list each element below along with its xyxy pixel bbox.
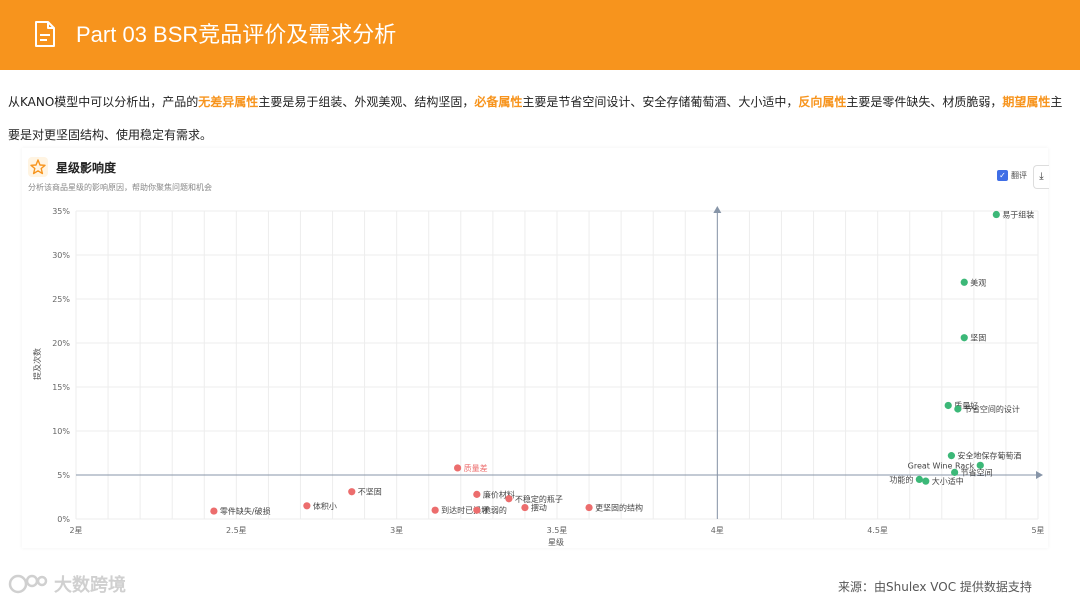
x-tick-label: 3星 [390, 526, 403, 535]
x-axis-label: 星级 [548, 537, 564, 547]
y-tick-label: 5% [57, 471, 70, 480]
x-tick-label: 5星 [1031, 526, 1044, 535]
x-tick-label: 4星 [711, 526, 724, 535]
chart-axes [76, 206, 1043, 519]
data-point [992, 210, 1000, 219]
watermark-logo: 大数跨境 [8, 571, 126, 597]
data-point [954, 405, 962, 413]
y-tick-label: 15% [52, 383, 70, 392]
data-point-label: 美观 [970, 277, 986, 287]
chart-points: 易于组装美观坚固质量好节省空间的设计安全地保存葡萄酒Great Wine Rac… [210, 210, 1034, 516]
x-tick-label: 3.5星 [547, 526, 568, 535]
data-point [453, 464, 462, 472]
data-point [922, 477, 930, 485]
data-point-label: 摆动 [531, 503, 547, 513]
y-tick-label: 30% [52, 251, 70, 260]
data-point [505, 495, 513, 503]
watermark-text: 大数跨境 [54, 575, 126, 596]
data-point-label: 零件缺失/破损 [220, 506, 271, 516]
data-point [348, 488, 356, 496]
chart-grid [75, 210, 1039, 520]
data-point [960, 278, 968, 286]
data-point-label: 不稳定的瓶子 [515, 494, 563, 504]
data-point [303, 502, 311, 510]
data-point-label: 质量差 [464, 463, 488, 473]
x-tick-label: 2.5星 [226, 526, 247, 535]
y-tick-label: 0% [57, 515, 70, 524]
data-point [473, 506, 481, 514]
quadrant-arrow-up [713, 206, 722, 213]
data-point-label: 大小适中 [932, 476, 964, 486]
data-point [521, 503, 529, 512]
data-point [944, 401, 952, 410]
data-point-label: 功能的 [889, 474, 913, 484]
data-point-label: 不坚固 [358, 488, 382, 497]
data-point [947, 452, 956, 460]
data-point [960, 334, 968, 342]
x-tick-label: 2星 [69, 526, 82, 535]
y-tick-label: 10% [52, 427, 70, 436]
scatter-chart: 0% 5% 10% 15% 20% 25% 30% 35% 2星 2.5星 3星 3.5星 4星 4.5星… [32, 206, 1045, 547]
data-point [210, 507, 218, 515]
data-point-label: 节省空间的设计 [964, 404, 1020, 414]
data-point-label: 坚固 [970, 334, 986, 343]
data-point [915, 475, 923, 483]
data-point-label: 体积小 [313, 501, 337, 511]
data-point [431, 506, 439, 514]
data-point [585, 503, 593, 512]
y-tick-label: 20% [52, 339, 70, 348]
watermark-logo-icon [8, 574, 48, 594]
data-point-label: 更坚固的结构 [595, 503, 643, 513]
chart-ticks: 0% 5% 10% 15% 20% 25% 30% 35% 2星 2.5星 3星 3.5星 4星 4.5星… [52, 207, 1044, 535]
y-tick-label: 35% [52, 207, 70, 216]
y-tick-label: 25% [52, 295, 70, 304]
data-point [951, 468, 959, 476]
data-point-label: 安全地保存葡萄酒 [957, 451, 1021, 461]
y-axis-label: 提及次数 [32, 348, 42, 380]
quadrant-arrow-right [1036, 471, 1043, 479]
x-tick-label: 4.5星 [867, 526, 888, 535]
data-point-label: 易于组装 [1002, 210, 1034, 220]
source-note: 来源：由Shulex VOC 提供数据支持 [838, 580, 1032, 594]
data-point [473, 490, 481, 498]
data-point-label: 脆弱的 [483, 505, 507, 515]
data-point-label: 节省空间 [961, 467, 993, 477]
